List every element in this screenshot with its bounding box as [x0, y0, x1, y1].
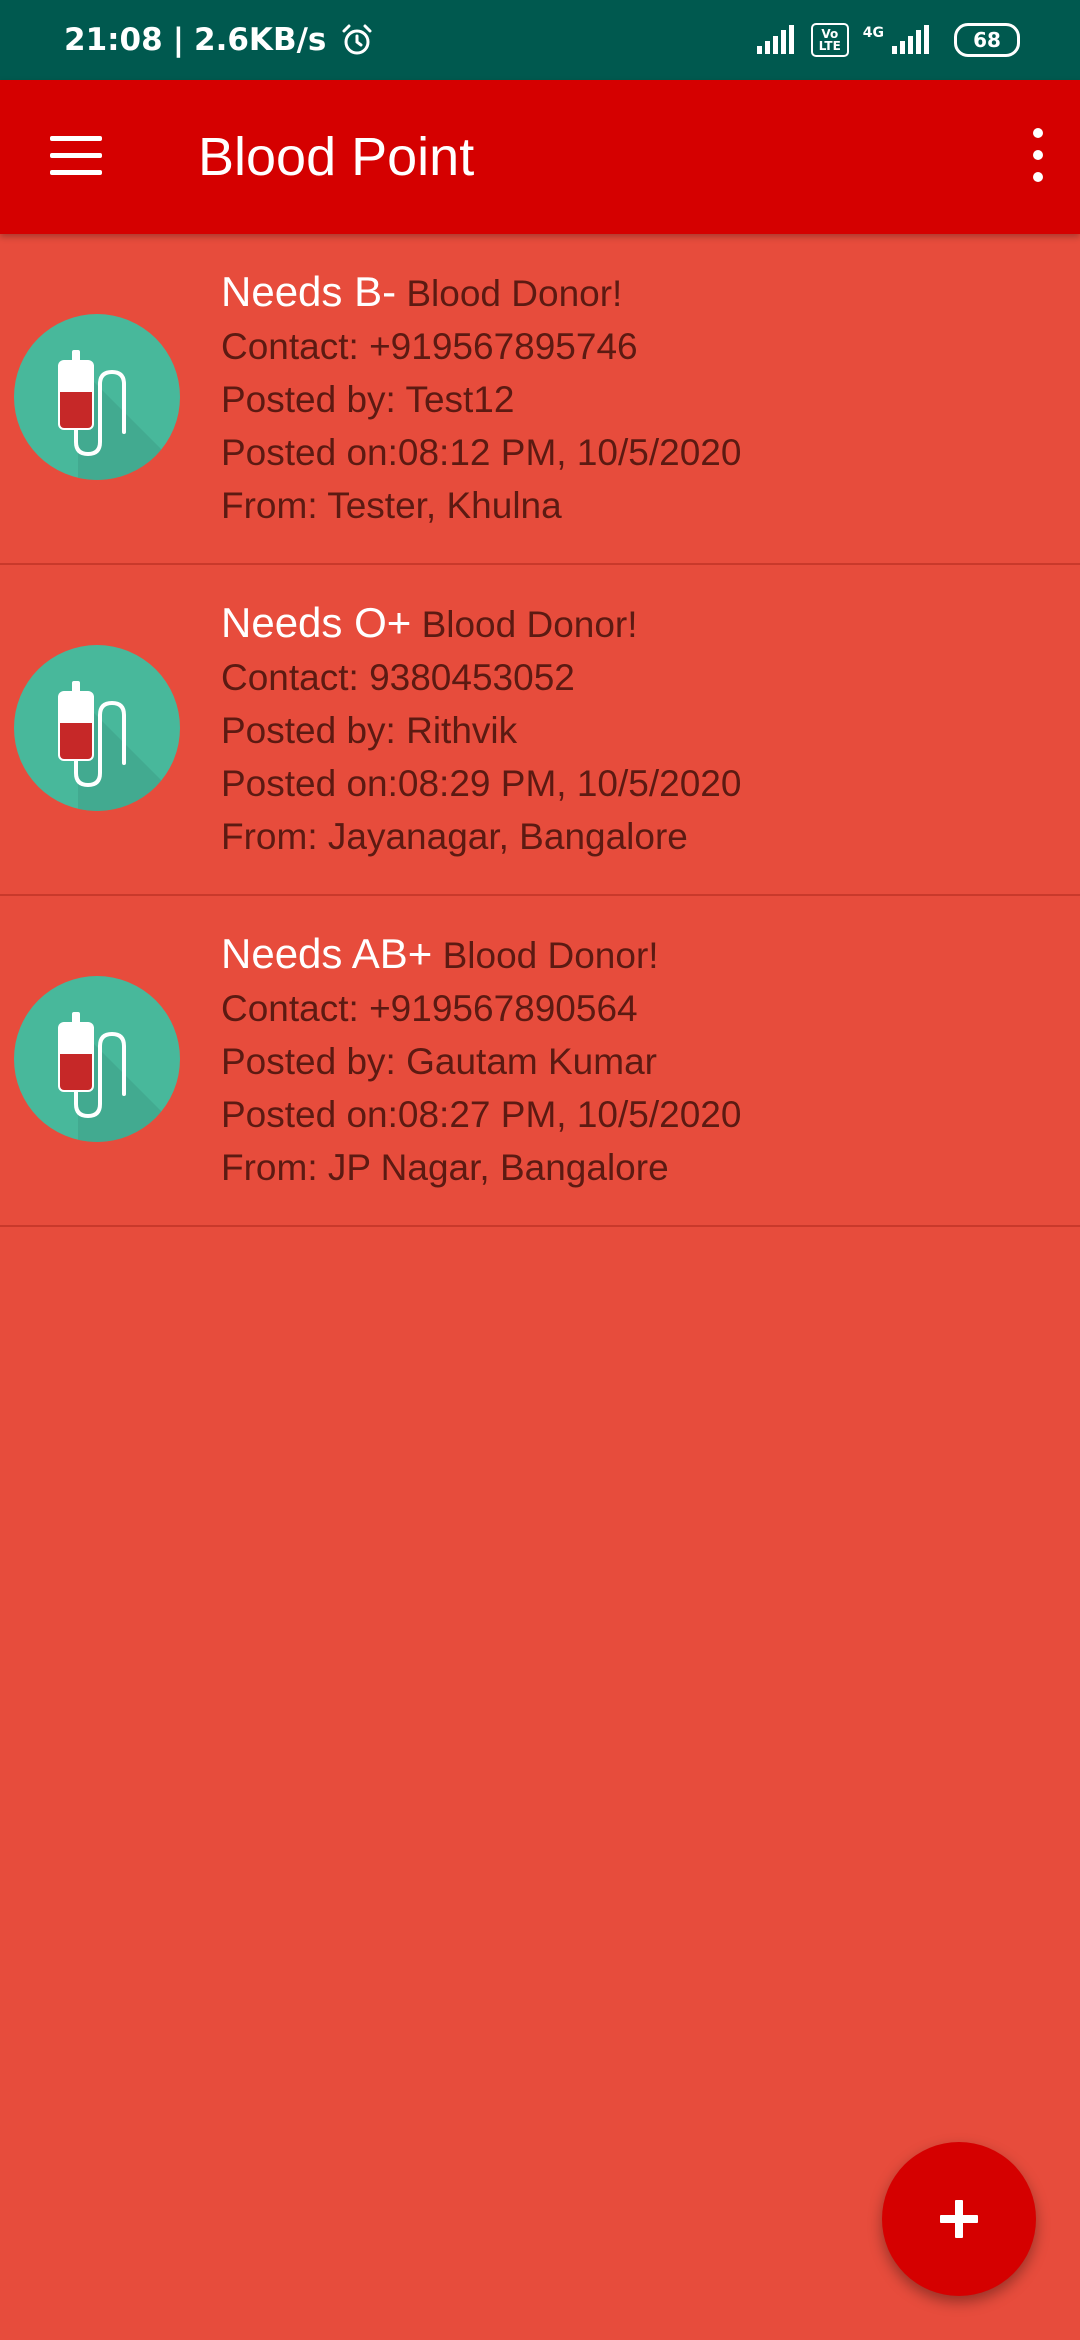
- battery-icon: 68: [954, 23, 1020, 57]
- signal-icon: [892, 25, 929, 54]
- donor-label: Blood Donor!: [406, 273, 623, 314]
- add-request-button[interactable]: [882, 2142, 1036, 2296]
- donor-label: Blood Donor!: [421, 604, 638, 645]
- posted-by-text: Posted by: Test12: [221, 379, 515, 420]
- blood-bag-icon: [14, 314, 180, 480]
- request-card[interactable]: Needs AB+ Blood Donor! Contact: +9195678…: [0, 896, 1080, 1227]
- request-details: Needs B- Blood Donor! Contact: +91956789…: [221, 265, 741, 532]
- contact-text: Contact: 9380453052: [221, 657, 575, 698]
- battery-level: 68: [973, 28, 1001, 52]
- signal-icon: [756, 25, 794, 54]
- more-vert-icon[interactable]: [1026, 128, 1050, 184]
- request-details: Needs AB+ Blood Donor! Contact: +9195678…: [221, 927, 741, 1194]
- status-time: 21:08: [64, 22, 163, 58]
- status-left: 21:08 | 2.6KB/s: [64, 0, 374, 80]
- hamburger-menu-icon[interactable]: [50, 136, 102, 176]
- request-list: Needs B- Blood Donor! Contact: +91956789…: [0, 234, 1080, 1227]
- from-text: From: Jayanagar, Bangalore: [221, 816, 688, 857]
- posted-on-text: Posted on:08:12 PM, 10/5/2020: [221, 432, 742, 473]
- network-speed: 2.6KB/s: [194, 22, 327, 58]
- alarm-icon: [342, 24, 372, 55]
- posted-on-text: Posted on:08:27 PM, 10/5/2020: [221, 1094, 742, 1135]
- contact-text: Contact: +919567895746: [221, 326, 638, 367]
- status-bar: 21:08 | 2.6KB/s Vo LTE 4G 68: [0, 0, 1080, 80]
- from-text: From: JP Nagar, Bangalore: [221, 1147, 669, 1188]
- blood-group-needed: Needs AB+: [221, 930, 433, 977]
- donor-label: Blood Donor!: [442, 935, 659, 976]
- app-title: Blood Point: [198, 127, 475, 187]
- blood-group-needed: Needs O+: [221, 599, 412, 646]
- request-card[interactable]: Needs O+ Blood Donor! Contact: 938045305…: [0, 565, 1080, 896]
- blood-bag-icon: [14, 976, 180, 1142]
- volte-bottom: LTE: [818, 39, 841, 53]
- blood-bag-icon: [14, 645, 180, 811]
- from-text: From: Tester, Khulna: [221, 485, 562, 526]
- request-card[interactable]: Needs B- Blood Donor! Contact: +91956789…: [0, 234, 1080, 565]
- volte-icon: Vo LTE: [810, 23, 849, 57]
- blood-group-needed: Needs B-: [221, 268, 397, 315]
- posted-on-text: Posted on:08:29 PM, 10/5/2020: [221, 763, 742, 804]
- plus-icon: [940, 2200, 978, 2238]
- posted-by-text: Posted by: Gautam Kumar: [221, 1041, 657, 1082]
- contact-text: Contact: +919567890564: [221, 988, 638, 1029]
- app-bar: Blood Point: [0, 80, 1080, 234]
- status-separator: |: [172, 22, 185, 58]
- request-details: Needs O+ Blood Donor! Contact: 938045305…: [221, 596, 741, 863]
- posted-by-text: Posted by: Rithvik: [221, 710, 518, 751]
- status-right: Vo LTE 4G 68: [755, 0, 1020, 80]
- network-type: 4G: [862, 25, 884, 41]
